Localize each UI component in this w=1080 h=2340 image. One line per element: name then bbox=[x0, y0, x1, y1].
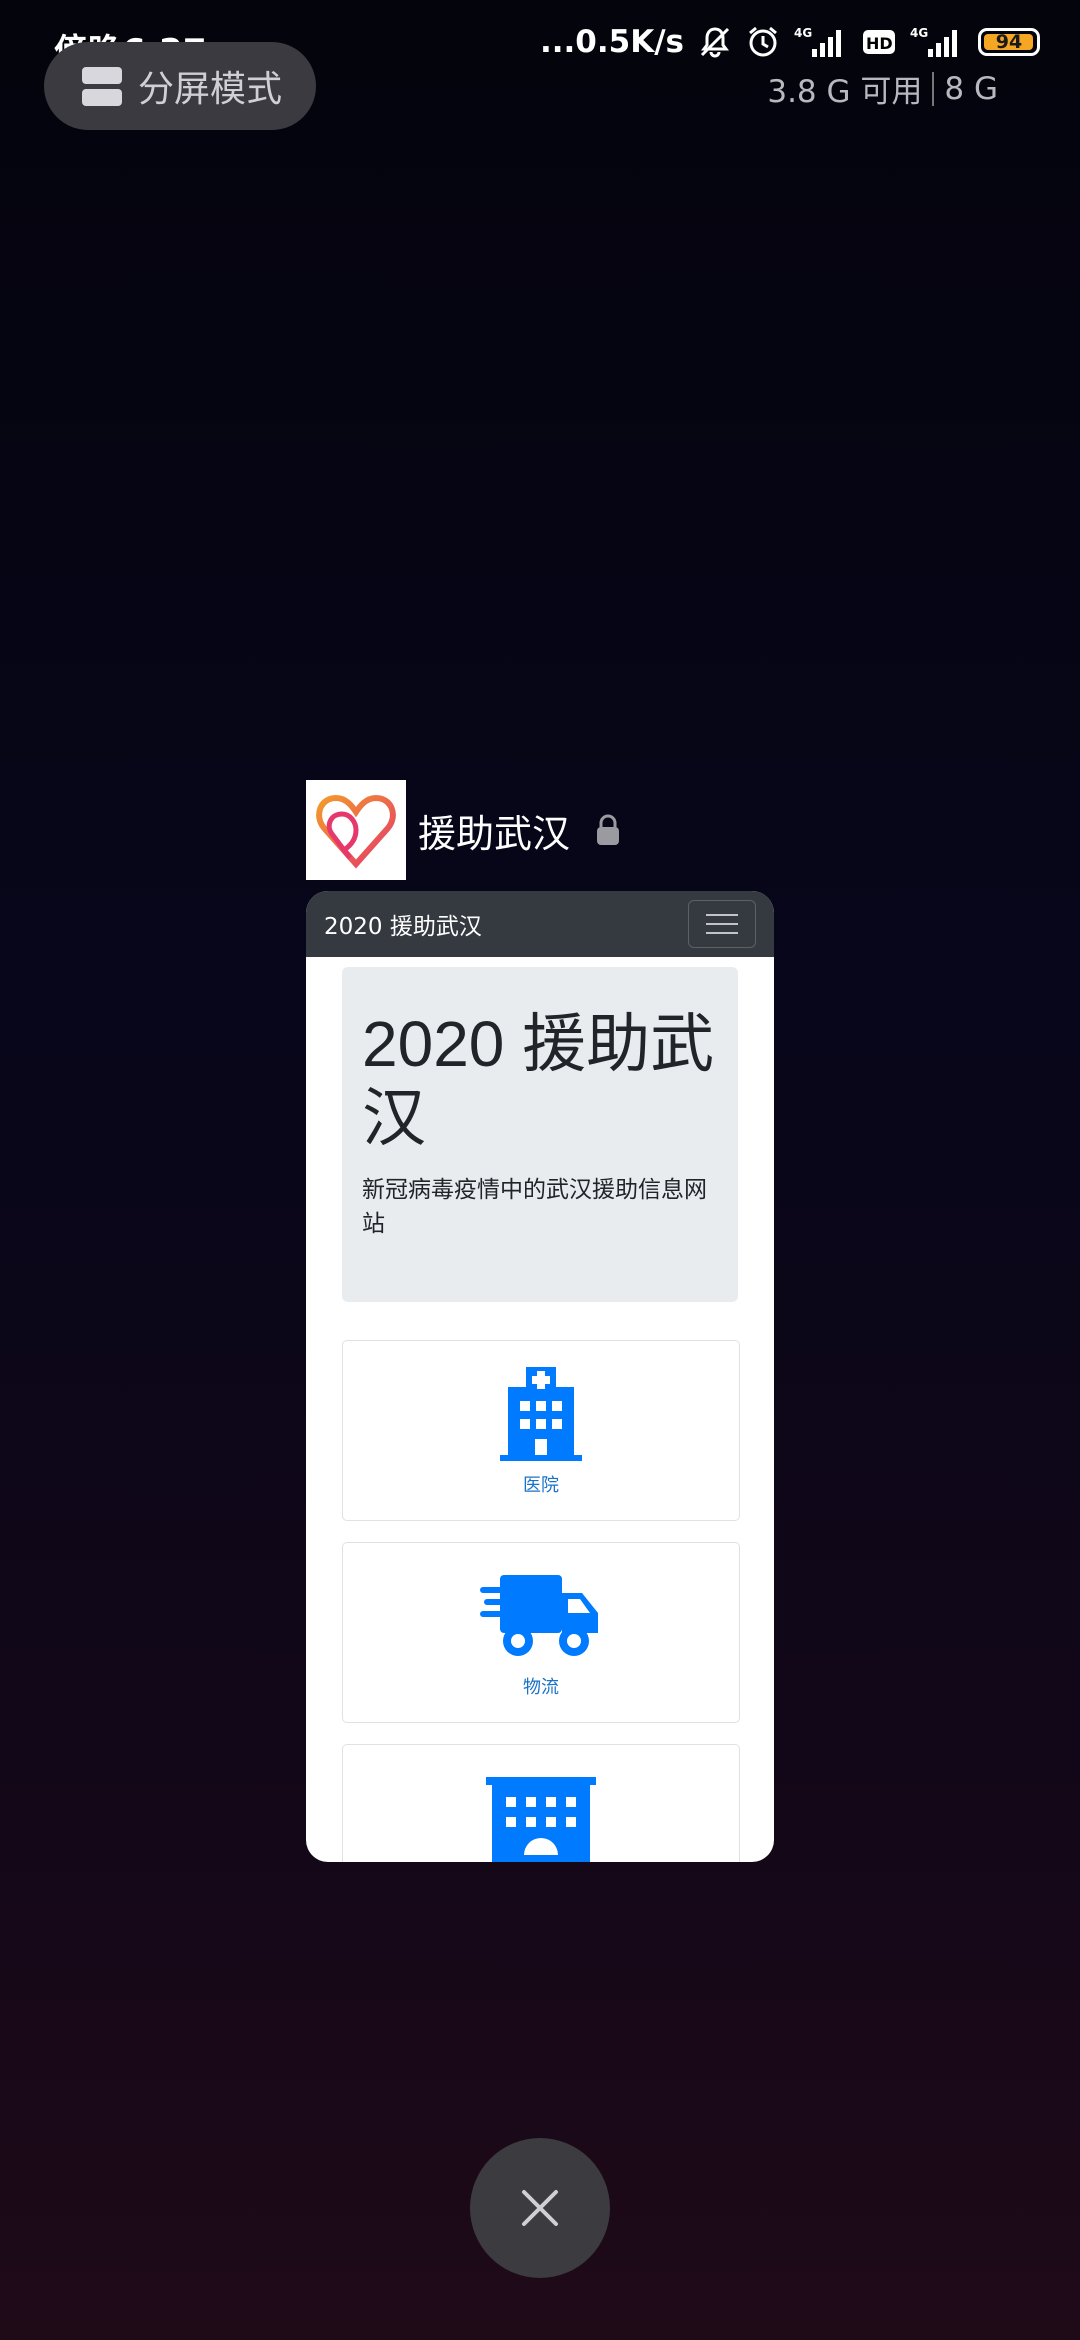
app-logo-icon bbox=[306, 780, 406, 880]
app-preview-card[interactable]: 2020 援助武汉 2020 援助武汉 新冠病毒疫情中的武汉援助信息网站 医院 bbox=[306, 891, 774, 1862]
split-screen-button[interactable]: 分屏模式 bbox=[44, 42, 316, 130]
hospital-label: 医院 bbox=[523, 1475, 559, 1496]
status-indicators: ...0.5K/s 4G HD 4G 94 bbox=[540, 24, 1040, 60]
svg-text:4G: 4G bbox=[910, 26, 928, 40]
navbar-brand[interactable]: 2020 援助武汉 bbox=[324, 907, 482, 941]
lock-icon[interactable] bbox=[594, 813, 622, 847]
signal-4g-icon: 4G bbox=[794, 25, 848, 59]
memory-total: 8 G bbox=[944, 70, 998, 107]
hd-icon: HD bbox=[862, 27, 896, 57]
hotel-tile[interactable] bbox=[342, 1744, 740, 1862]
memory-info: 3.8 G 可用 8 G bbox=[767, 66, 998, 111]
logistics-tile[interactable]: 物流 bbox=[342, 1542, 740, 1723]
jumbotron-title: 2020 援助武汉 bbox=[362, 1008, 715, 1154]
signal-4g-icon-2: 4G bbox=[910, 25, 964, 59]
battery-level: 94 bbox=[995, 31, 1023, 53]
network-speed: ...0.5K/s bbox=[539, 24, 684, 60]
jumbotron-text: 新冠病毒疫情中的武汉援助信息网站 bbox=[362, 1177, 707, 1237]
hotel-icon bbox=[486, 1771, 596, 1862]
mute-notification-icon bbox=[698, 25, 732, 59]
menu-toggle-button[interactable] bbox=[688, 900, 756, 948]
alarm-icon bbox=[746, 25, 780, 59]
split-screen-label: 分屏模式 bbox=[138, 69, 283, 110]
split-screen-icon bbox=[82, 66, 122, 106]
app-card-header[interactable]: 援助武汉 bbox=[306, 780, 622, 880]
svg-text:HD: HD bbox=[866, 34, 893, 53]
jumbotron: 2020 援助武汉 新冠病毒疫情中的武汉援助信息网站 bbox=[342, 967, 738, 1302]
svg-text:4G: 4G bbox=[794, 26, 812, 40]
app-name: 援助武汉 bbox=[418, 811, 571, 856]
hospital-icon bbox=[498, 1367, 584, 1467]
navbar: 2020 援助武汉 bbox=[306, 891, 774, 957]
memory-available: 3.8 G 可用 bbox=[767, 74, 923, 110]
truck-icon bbox=[480, 1569, 602, 1669]
logistics-label: 物流 bbox=[523, 1677, 559, 1698]
hospital-tile[interactable]: 医院 bbox=[342, 1340, 740, 1521]
battery-icon: 94 bbox=[978, 28, 1040, 56]
close-icon bbox=[522, 2190, 558, 2226]
close-button[interactable] bbox=[470, 2138, 610, 2278]
